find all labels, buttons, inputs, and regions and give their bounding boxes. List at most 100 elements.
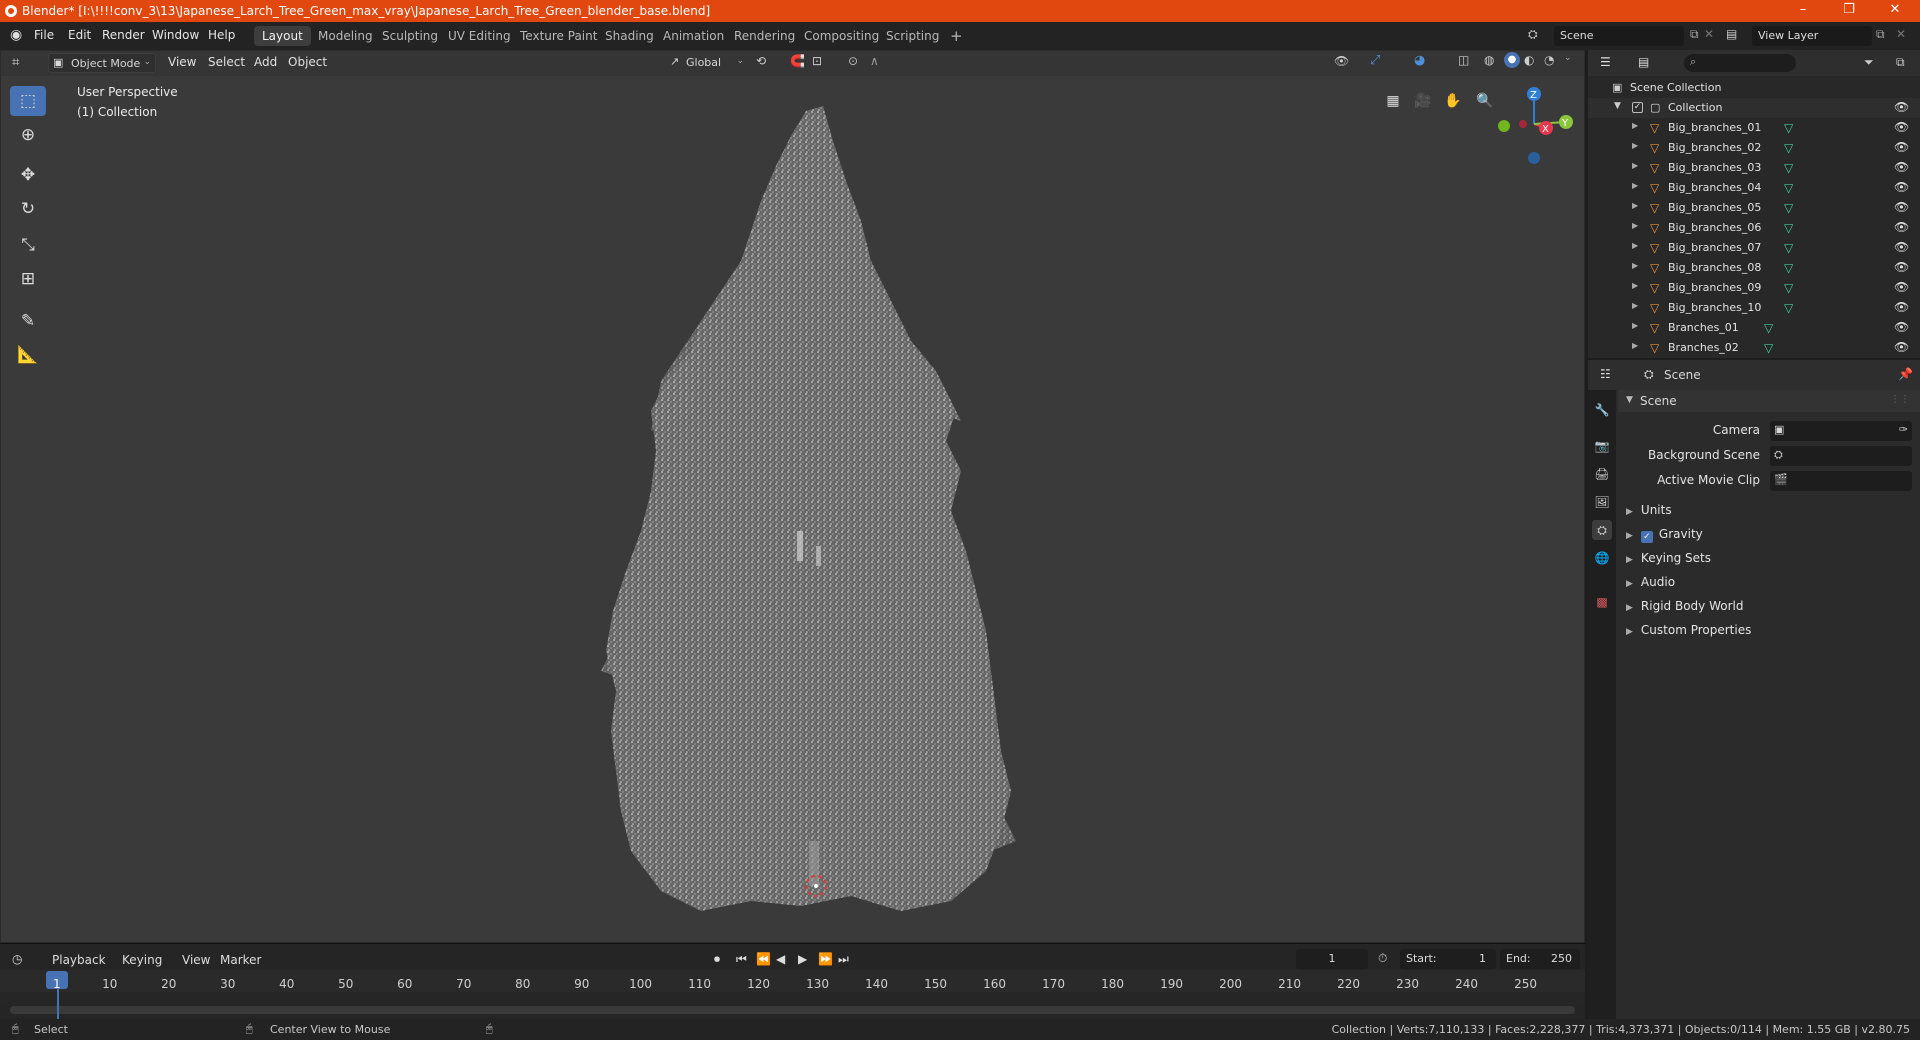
measure-tool[interactable]: 📐 (10, 340, 46, 370)
proportional-edit-icon[interactable]: ⊙ (848, 54, 858, 68)
preview-range-icon[interactable]: ⏱ (1378, 951, 1387, 966)
menu-edit[interactable]: Edit (68, 28, 91, 42)
3d-viewport[interactable] (0, 50, 1585, 943)
tab-shading[interactable]: Shading (597, 26, 662, 46)
blender-menu-icon[interactable]: ◉ (10, 27, 22, 43)
view-layer-field[interactable]: View Layer (1752, 26, 1872, 46)
timeline-editor-icon[interactable]: ◷ (12, 952, 22, 966)
jump-end-icon[interactable]: ⏭ (838, 952, 849, 967)
tool-tab[interactable]: 🔧 (1592, 400, 1612, 420)
minimize-button[interactable]: – (1780, 0, 1826, 22)
expand-arrow-icon[interactable]: ▶ (1632, 301, 1638, 310)
eye-icon[interactable]: 👁 (1894, 120, 1909, 134)
timeline-menu-playback[interactable]: Playback (52, 953, 106, 967)
active-movie-clip-field[interactable]: 🎬 (1770, 471, 1912, 491)
tab-uv-editing[interactable]: UV Editing (440, 26, 519, 46)
outliner-object-row[interactable]: ▶ ▽ Big_branches_06 ▽ 👁 (1588, 218, 1920, 238)
timeline-menu-view[interactable]: View (182, 953, 210, 967)
tab-scripting[interactable]: Scripting (878, 26, 947, 46)
axis-neg-x-handle[interactable] (1519, 120, 1527, 128)
record-icon[interactable]: ⏺ (714, 952, 720, 967)
outliner-search-input[interactable]: ⌕ (1684, 54, 1796, 72)
camera-field[interactable]: ▣ ✑ (1770, 421, 1912, 441)
xray-icon[interactable]: ◫ (1458, 53, 1469, 67)
eye-icon[interactable]: 👁 (1894, 100, 1909, 114)
eye-icon[interactable]: 👁 (1894, 280, 1909, 294)
expand-arrow-icon[interactable]: ▶ (1632, 261, 1638, 270)
timeline-track[interactable] (0, 992, 1585, 1006)
outliner-object-row[interactable]: ▶ ▽ Big_branches_07 ▽ 👁 (1588, 238, 1920, 258)
rigid-body-world-panel[interactable]: ▶ Rigid Body World (1626, 599, 1743, 613)
menu-file[interactable]: File (34, 28, 54, 42)
prev-keyframe-icon[interactable]: ⏪ (756, 952, 771, 966)
expand-arrow-icon[interactable]: ▶ (1632, 181, 1638, 190)
expand-arrow-icon[interactable]: ▶ (1632, 341, 1638, 350)
snap-target-icon[interactable]: ⊡ (812, 54, 822, 68)
expand-arrow-icon[interactable]: ▼ (1614, 101, 1621, 111)
render-tab[interactable]: 📷 (1592, 436, 1612, 456)
mesh-data-icon[interactable]: ▽ (1784, 261, 1793, 275)
play-reverse-icon[interactable]: ◀ (776, 952, 785, 966)
falloff-icon[interactable]: ∧ (870, 54, 879, 68)
camera-view-icon[interactable]: 🎥 (1410, 88, 1436, 114)
eye-icon[interactable]: 👁 (1894, 300, 1909, 314)
view-layer-icon[interactable]: ▤ (1726, 27, 1737, 41)
eye-icon[interactable]: 👁 (1894, 160, 1909, 174)
start-frame-field[interactable]: Start: 1 (1400, 949, 1496, 969)
viewport-menu-view[interactable]: View (168, 55, 196, 69)
scene-panel-header[interactable]: ▼ Scene ⋮⋮ (1618, 390, 1920, 412)
wireframe-shading-icon[interactable]: ◍ (1484, 53, 1494, 67)
audio-panel[interactable]: ▶ Audio (1626, 575, 1675, 589)
expand-arrow-icon[interactable]: ▶ (1632, 201, 1638, 210)
mesh-data-icon[interactable]: ▽ (1764, 341, 1773, 355)
outliner-object-row[interactable]: ▶ ▽ Big_branches_10 ▽ 👁 (1588, 298, 1920, 318)
tab-texture-paint[interactable]: Texture Paint (512, 26, 605, 46)
pivot-icon[interactable]: ⟲ (756, 54, 766, 68)
eye-icon[interactable]: 👁 (1894, 240, 1909, 254)
texture-tab[interactable]: ▩ (1592, 592, 1612, 612)
menu-help[interactable]: Help (208, 28, 235, 42)
drag-handle-icon[interactable]: ⋮⋮ (1890, 394, 1910, 405)
outliner-object-row[interactable]: ▶ ▽ Big_branches_09 ▽ 👁 (1588, 278, 1920, 298)
rotate-tool[interactable]: ↻ (10, 194, 46, 224)
mesh-data-icon[interactable]: ▽ (1764, 321, 1773, 335)
view-layer-tab[interactable]: 🖼 (1592, 492, 1612, 512)
transform-tool[interactable]: ⊞ (10, 264, 46, 294)
expand-arrow-icon[interactable]: ▶ (1632, 121, 1638, 130)
scene-icon[interactable]: ⛭ (1528, 27, 1538, 42)
timeline-menu-keying[interactable]: Keying (122, 953, 162, 967)
collection-checkbox[interactable]: ✓ (1632, 102, 1643, 113)
timeline-menu-marker[interactable]: Marker (220, 953, 261, 967)
end-frame-field[interactable]: End: 250 (1500, 949, 1580, 969)
move-tool[interactable]: ✥ (10, 160, 46, 190)
tab-modeling[interactable]: Modeling (310, 26, 381, 46)
annotate-tool[interactable]: ✎ (10, 306, 46, 336)
scale-tool[interactable]: ⤡ (10, 230, 46, 260)
rendered-shading-icon[interactable]: ◔ (1544, 53, 1554, 67)
menu-render[interactable]: Render (102, 28, 145, 42)
navigation-gizmo[interactable]: Z X Y (1490, 82, 1586, 172)
eye-icon[interactable]: 👁 (1894, 200, 1909, 214)
outliner-collection[interactable]: ▼ ✓ ▢ Collection 👁 (1588, 98, 1920, 118)
expand-arrow-icon[interactable]: ▶ (1632, 221, 1638, 230)
outliner-object-row[interactable]: ▶ ▽ Big_branches_04 ▽ 👁 (1588, 178, 1920, 198)
expand-arrow-icon[interactable]: ▶ (1632, 161, 1638, 170)
editor-type-icon[interactable]: ⌗ (12, 55, 19, 70)
filter-icon[interactable]: ⏷ (1864, 55, 1874, 70)
select-box-tool[interactable]: ⬚ (10, 86, 46, 116)
solid-shading-icon[interactable]: ● (1504, 52, 1520, 68)
tab-layout[interactable]: Layout (254, 26, 311, 46)
add-workspace-button[interactable]: + (942, 26, 971, 46)
tab-animation[interactable]: Animation (655, 26, 732, 46)
eye-icon[interactable]: 👁 (1894, 260, 1909, 274)
shading-options-icon[interactable]: ⌄ (1564, 53, 1572, 63)
next-keyframe-icon[interactable]: ⏩ (818, 952, 833, 966)
eye-icon[interactable]: 👁 (1894, 180, 1909, 194)
tab-rendering[interactable]: Rendering (726, 26, 803, 46)
display-mode-icon[interactable]: ▤ (1638, 55, 1649, 69)
mesh-data-icon[interactable]: ▽ (1784, 221, 1793, 235)
menu-window[interactable]: Window (152, 28, 199, 42)
axis-neg-z-handle[interactable] (1528, 152, 1540, 164)
eye-icon[interactable]: 👁 (1894, 220, 1909, 234)
custom-properties-panel[interactable]: ▶ Custom Properties (1626, 623, 1751, 637)
